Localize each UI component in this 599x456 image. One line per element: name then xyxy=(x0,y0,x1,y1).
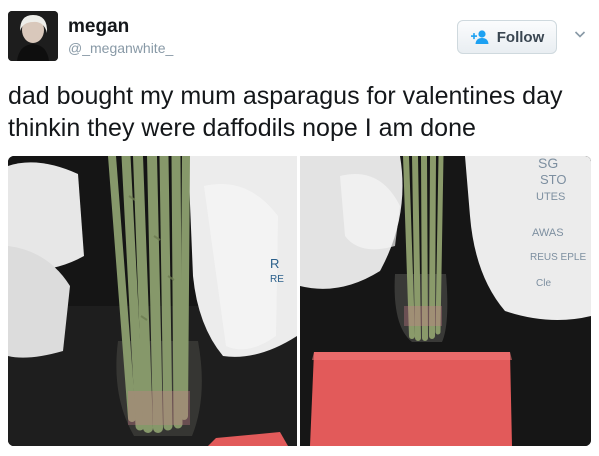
follow-button[interactable]: Follow xyxy=(457,20,557,54)
svg-text:R: R xyxy=(270,256,279,271)
svg-text:RE: RE xyxy=(270,274,284,285)
tweet-text: dad bought my mum asparagus for valentin… xyxy=(8,82,563,142)
add-user-icon xyxy=(470,30,489,44)
photo-asparagus-on-table[interactable]: SG STO UTES AWAS REUS EPLE Cle xyxy=(300,156,591,446)
svg-text:UTES: UTES xyxy=(536,191,565,203)
svg-text:AWAS: AWAS xyxy=(532,227,564,239)
photo-asparagus-closeup[interactable]: R RE xyxy=(8,156,297,446)
svg-text:STO: STO xyxy=(540,172,567,187)
asparagus-table-image: SG STO UTES AWAS REUS EPLE Cle xyxy=(300,156,591,446)
user-display-name[interactable]: megan xyxy=(68,16,129,38)
follow-label: Follow xyxy=(496,28,545,46)
user-handle[interactable]: @_meganwhite_ xyxy=(68,40,173,56)
chevron-down-icon[interactable] xyxy=(574,28,586,40)
svg-text:Cle: Cle xyxy=(536,278,551,289)
svg-text:SG: SG xyxy=(538,156,558,171)
avatar[interactable] xyxy=(8,11,58,61)
profile-photo-icon xyxy=(8,11,58,61)
svg-text:REUS EPLE: REUS EPLE xyxy=(530,252,586,263)
asparagus-closeup-image: R RE xyxy=(8,156,297,446)
tweet-media: R RE SG STO UTES AWAS REUS EPLE Cle xyxy=(8,156,591,446)
